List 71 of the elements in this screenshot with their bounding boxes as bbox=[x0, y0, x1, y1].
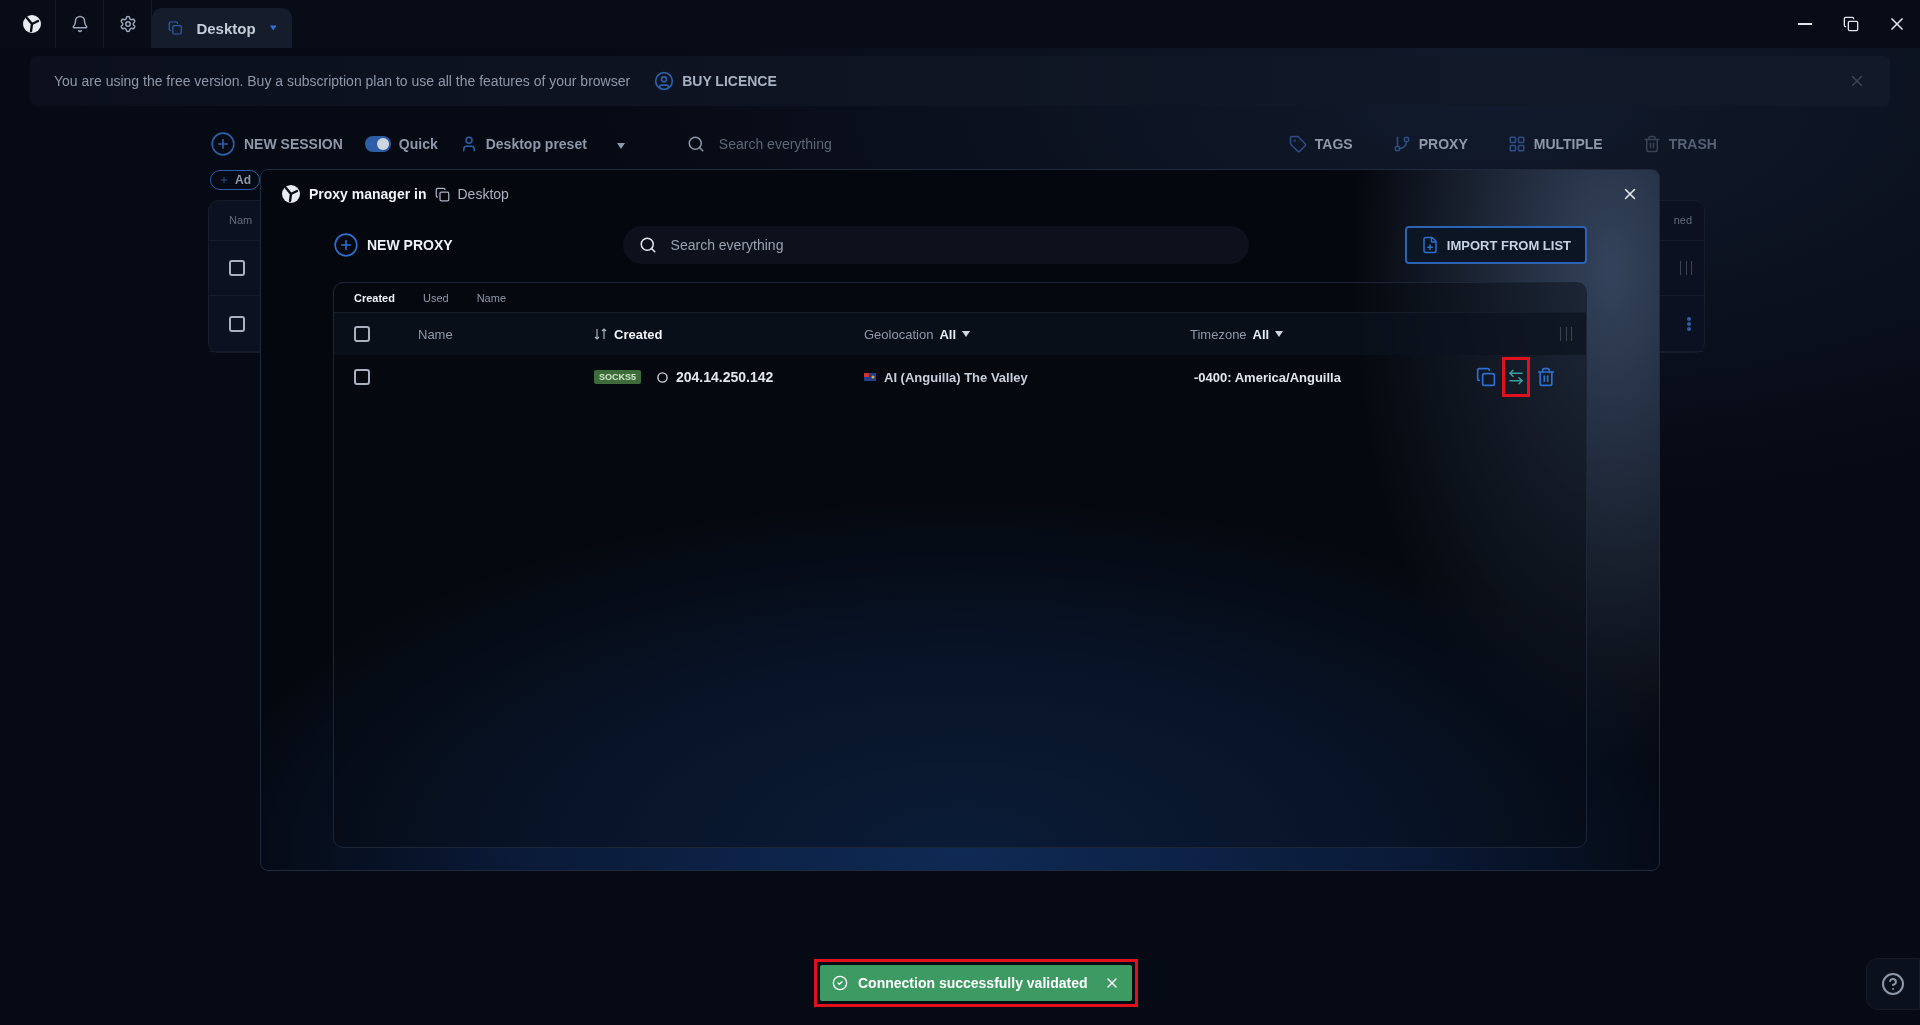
column-header[interactable]: Timezone bbox=[1190, 326, 1247, 342]
toolbar-button[interactable]: TAGS bbox=[1288, 135, 1353, 153]
sort-tab[interactable]: Used bbox=[422, 291, 449, 304]
geolocation-text: AI (Anguilla) The Valley bbox=[884, 369, 1028, 385]
sort-tab[interactable]: Name bbox=[476, 291, 506, 304]
help-button[interactable] bbox=[1866, 958, 1920, 1010]
row-checkbox[interactable] bbox=[229, 260, 245, 277]
new-session-button[interactable]: NEW SESSION bbox=[210, 131, 343, 157]
select-all-checkbox[interactable] bbox=[354, 326, 370, 342]
preset-dropdown[interactable]: Desktop preset bbox=[459, 135, 625, 153]
branch-icon bbox=[1392, 135, 1411, 153]
restore-icon bbox=[1843, 16, 1859, 32]
help-icon bbox=[1881, 972, 1905, 996]
dialog-title: Proxy manager in bbox=[309, 186, 427, 202]
minimize-icon bbox=[1798, 23, 1812, 25]
column-header[interactable]: Name bbox=[418, 326, 453, 342]
delete-button[interactable] bbox=[1536, 367, 1556, 387]
more-icon[interactable] bbox=[1686, 315, 1692, 332]
workspace-tab[interactable]: Desktop bbox=[152, 8, 292, 48]
workspace-icon bbox=[168, 19, 183, 37]
tag-icon bbox=[1288, 135, 1307, 153]
toolbar-button[interactable]: MULTIPLE bbox=[1507, 135, 1603, 153]
app-logo-icon bbox=[21, 14, 42, 34]
plus-icon bbox=[333, 232, 359, 258]
toolbar-button[interactable]: PROXY bbox=[1392, 135, 1468, 153]
filter-dropdown[interactable]: All bbox=[939, 326, 956, 342]
user-icon bbox=[654, 71, 675, 91]
plus-icon bbox=[219, 174, 229, 186]
caret-icon bbox=[962, 331, 970, 337]
column-header[interactable]: Geolocation bbox=[864, 326, 934, 342]
workspace-name: Desktop bbox=[457, 186, 509, 202]
swap-arrows-icon bbox=[1507, 368, 1525, 386]
row-checkbox[interactable] bbox=[354, 369, 370, 385]
app-logo-icon bbox=[281, 184, 301, 204]
search-icon bbox=[686, 135, 705, 153]
import-button[interactable]: IMPORT FROM LIST bbox=[1404, 226, 1587, 264]
copy-button[interactable] bbox=[1476, 367, 1496, 387]
column-header: ned bbox=[1673, 214, 1692, 227]
trash-icon bbox=[1536, 367, 1556, 387]
timezone-text: -0400: America/Anguilla bbox=[1194, 369, 1341, 385]
buy-licence-link[interactable]: BUY LICENCE bbox=[654, 71, 777, 91]
banner-text: You are using the free version. Buy a subscription plan to use all the features of your browser bbox=[54, 73, 631, 89]
column-header: Nam bbox=[229, 214, 253, 227]
filter-dropdown[interactable]: All bbox=[1252, 326, 1270, 342]
toast-message: Connection successfully validated bbox=[858, 975, 1088, 991]
proxy-type-badge: SOCKS5 bbox=[594, 370, 641, 384]
search-field[interactable]: Search everything bbox=[622, 226, 1249, 264]
caret-icon bbox=[269, 25, 276, 31]
quick-toggle[interactable]: Quick bbox=[364, 136, 438, 152]
caret-icon bbox=[1275, 331, 1284, 337]
caret-icon bbox=[616, 143, 625, 149]
grid-icon bbox=[1507, 135, 1526, 153]
check-icon bbox=[832, 975, 848, 991]
sort-icon bbox=[594, 328, 608, 340]
row-checkbox[interactable] bbox=[229, 315, 245, 332]
status-icon bbox=[657, 371, 668, 383]
new-proxy-button[interactable]: NEW PROXY bbox=[333, 232, 453, 258]
sort-tab[interactable]: Created bbox=[354, 291, 395, 304]
column-header[interactable]: Created bbox=[614, 326, 663, 342]
search-placeholder: Search everything bbox=[718, 136, 832, 152]
workspace-icon bbox=[434, 186, 450, 202]
file-plus-icon bbox=[1420, 236, 1439, 254]
settings-icon[interactable] bbox=[118, 15, 137, 33]
flag-icon bbox=[864, 373, 876, 381]
copy-icon bbox=[1476, 367, 1496, 387]
trash-icon bbox=[1642, 135, 1661, 153]
plus-icon bbox=[210, 131, 236, 157]
validate-button[interactable] bbox=[1507, 368, 1525, 386]
proxy-host: 204.14.250.142 bbox=[676, 369, 774, 385]
notifications-icon[interactable] bbox=[70, 15, 89, 33]
search-icon bbox=[638, 236, 657, 254]
